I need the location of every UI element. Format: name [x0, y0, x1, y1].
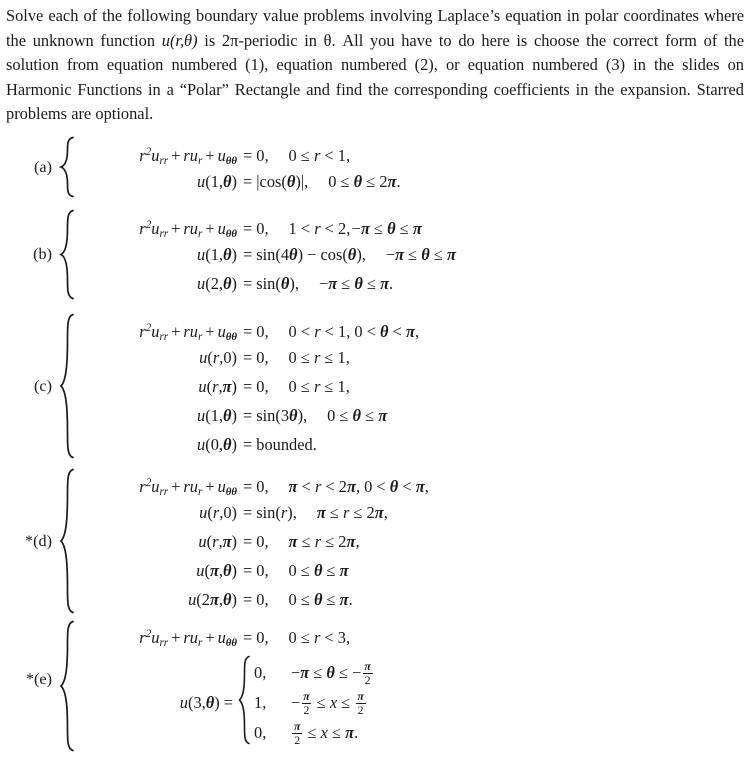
problem-e: *(e) r2urr + rur + uθθ = 0, 0 ≤ r < 3, u(3,θ)…: [2, 620, 740, 752]
equation-condition: 0 ≤ θ ≤ 2π.: [328, 172, 401, 191]
problem-d: *(d) r2urr + rur + uθθ = 0, π < r < 2π, 0 < θ…: [2, 468, 740, 614]
equation-condition: π < r < 2π, 0 < θ < π,: [288, 476, 429, 496]
boundary-condition-lhs: u(r,π): [198, 531, 237, 551]
equation-rhs: = 0,: [243, 476, 269, 496]
equation-row: u(r,π) = 0, π ≤ r ≤ 2π,: [77, 527, 740, 556]
problem-c-brace: [58, 313, 75, 459]
case-condition: π2 ≤ x ≤ π.: [292, 719, 359, 747]
equation-row: u(2,θ) = sin(θ), −π ≤ θ ≤ π.: [77, 269, 740, 298]
piecewise-definition: u(3,θ) = 0, −π ≤ θ ≤ − π 2 1, − π 2 ≤ x …: [77, 655, 740, 750]
case-condition: −π ≤ θ ≤ − π 2: [291, 659, 373, 687]
problem-b: (b) r2urr + rur + uθθ = 0, 1 < r < 2, −π ≤ θ …: [10, 209, 740, 300]
equation-condition: π ≤ r ≤ 2π,: [288, 531, 360, 551]
boundary-condition-lhs: u(2,θ): [197, 274, 237, 293]
boundary-condition-rhs: = |cos(θ)|,: [243, 172, 309, 191]
boundary-condition-lhs: u(2π,θ): [188, 589, 237, 609]
equation-condition: −π ≤ θ ≤ π.: [318, 274, 394, 293]
problem-a-label: (a): [34, 157, 52, 176]
document-page: Solve each of the following boundary val…: [0, 0, 749, 759]
problem-d-label: *(d): [25, 531, 52, 550]
equation-row: u(1,θ) = |cos(θ)|, 0 ≤ θ ≤ 2π.: [77, 167, 730, 196]
intro-line-1: Solve each of the following boundary val…: [6, 6, 619, 25]
equation-condition: −π ≤ θ ≤ π: [385, 245, 456, 264]
pde-operator: r2urr + rur + uθθ: [139, 628, 237, 649]
problem-a-brace: [58, 136, 75, 198]
problem-e-equations: r2urr + rur + uθθ = 0, 0 ≤ r < 3, u(3,θ) = 0, …: [77, 620, 740, 750]
problem-d-brace: [58, 468, 75, 614]
equation-row: r2urr + rur + uθθ = 0, 0 ≤ r < 1,: [77, 138, 730, 167]
equation-row: u(1,θ) = sin(4θ) − cos(θ), −π ≤ θ ≤ π: [77, 240, 740, 269]
boundary-condition-rhs: = 0,: [243, 531, 269, 551]
case-value: 0,: [254, 662, 267, 682]
intro-line-2-post: is 2π-periodic in θ. All you have to do …: [197, 30, 510, 50]
cases-rows: 0, −π ≤ θ ≤ − π 2 1, − π 2 ≤ x ≤ π2 0, π2 ≤ …: [254, 658, 374, 748]
boundary-condition-rhs: = 0,: [243, 560, 269, 580]
problem-e-label: *(e): [25, 670, 52, 688]
problem-c-equations: r2urr + rur + uθθ = 0, 0 < r < 1, 0 < θ < π, …: [77, 314, 740, 459]
equation-row: u(0,θ) = bounded.: [77, 430, 740, 459]
boundary-condition-lhs: u(3,θ) =: [179, 692, 233, 712]
boundary-condition-lhs: u(1,θ): [197, 405, 237, 425]
problem-e-brace: [58, 620, 75, 752]
equation-condition: 0 ≤ θ ≤ π: [327, 405, 388, 425]
boundary-condition-rhs: = sin(3θ),: [243, 405, 308, 425]
equation-row: r2urr + rur + uθθ = 0, π < r < 2π, 0 < θ < π,: [77, 469, 740, 498]
equation-condition: 0 ≤ r < 1,: [288, 146, 351, 166]
boundary-condition-lhs: u(r,π): [198, 376, 237, 396]
equation-row: u(r,0) = 0, 0 ≤ r ≤ 1,: [77, 343, 740, 372]
equation-row: u(π,θ) = 0, 0 ≤ θ ≤ π: [77, 556, 740, 585]
boundary-condition-lhs: u(1,θ): [197, 245, 237, 264]
equation-rhs: = 0,: [243, 219, 269, 239]
problem-a: (a) r2urr + rur + uθθ = 0, 0 ≤ r < 1, u(1,θ) …: [10, 136, 730, 198]
problem-c-label: (c): [34, 376, 52, 395]
boundary-condition-lhs: u(r,0): [199, 502, 237, 522]
boundary-condition-rhs: = 0,: [243, 376, 269, 396]
case-row: 0, −π ≤ θ ≤ − π 2: [254, 658, 374, 688]
boundary-condition-rhs: = 0,: [243, 589, 269, 609]
equation-condition: 0 ≤ r ≤ 1,: [288, 347, 350, 367]
case-condition: − π 2 ≤ x ≤ π2: [291, 689, 366, 717]
case-value: 0,: [254, 722, 267, 742]
problem-b-label: (b): [33, 245, 52, 263]
case-value: 1,: [254, 692, 267, 712]
boundary-condition-rhs: = bounded.: [243, 434, 317, 454]
equation-condition: 0 ≤ θ ≤ π.: [288, 589, 353, 609]
equation-condition: 0 ≤ r < 3,: [288, 628, 351, 648]
equation-condition: 1 < r < 2, −π ≤ θ ≤ π: [288, 219, 422, 239]
equation-row: u(2π,θ) = 0, 0 ≤ θ ≤ π.: [77, 585, 740, 614]
equation-condition: 0 ≤ θ ≤ π: [288, 560, 349, 580]
intro-inline-math: u(r,θ): [161, 30, 198, 50]
boundary-condition-rhs: = sin(r),: [243, 502, 297, 522]
equation-row: u(r,0) = sin(r), π ≤ r ≤ 2π,: [77, 498, 740, 527]
boundary-condition-rhs: = sin(θ),: [243, 274, 299, 293]
equation-condition: π ≤ r ≤ 2π,: [316, 502, 388, 522]
equation-rhs: = 0,: [243, 146, 269, 166]
boundary-condition-lhs: u(π,θ): [196, 560, 237, 580]
equation-row: r2urr + rur + uθθ = 0, 1 < r < 2, −π ≤ θ ≤ π: [77, 211, 740, 240]
case-row: 0, π2 ≤ x ≤ π.: [254, 718, 374, 748]
equation-condition: 0 < r < 1, 0 < θ < π,: [288, 321, 420, 341]
boundary-condition-rhs: = 0,: [243, 347, 269, 367]
equation-rhs: = 0,: [243, 628, 269, 648]
case-row: 1, − π 2 ≤ x ≤ π2: [254, 688, 374, 718]
equation-row: r2urr + rur + uθθ = 0, 0 < r < 1, 0 < θ < π,: [77, 314, 740, 343]
equation-row: r2urr + rur + uθθ = 0, 0 ≤ r < 3,: [77, 620, 740, 649]
problem-d-equations: r2urr + rur + uθθ = 0, π < r < 2π, 0 < θ < π,…: [77, 469, 740, 614]
cases-brace: [237, 655, 251, 750]
problem-a-equations: r2urr + rur + uθθ = 0, 0 ≤ r < 1, u(1,θ) = |co…: [77, 138, 730, 196]
equation-condition: 0 ≤ r ≤ 1,: [288, 376, 350, 396]
boundary-condition-lhs: u(1,θ): [197, 172, 237, 191]
intro-paragraph: Solve each of the following boundary val…: [6, 4, 744, 127]
boundary-condition-rhs: = sin(4θ) − cos(θ),: [243, 245, 366, 264]
boundary-condition-lhs: u(0,θ): [197, 434, 237, 454]
problem-c: (c) r2urr + rur + uθθ = 0, 0 < r < 1, 0 < θ <…: [10, 313, 740, 459]
boundary-condition-lhs: u(r,0): [199, 347, 237, 367]
equation-row: u(1,θ) = sin(3θ), 0 ≤ θ ≤ π: [77, 401, 740, 430]
problem-b-brace: [58, 209, 75, 300]
equation-row: u(r,π) = 0, 0 ≤ r ≤ 1,: [77, 372, 740, 401]
problem-b-equations: r2urr + rur + uθθ = 0, 1 < r < 2, −π ≤ θ ≤ π …: [77, 211, 740, 298]
equation-rhs: = 0,: [243, 321, 269, 341]
